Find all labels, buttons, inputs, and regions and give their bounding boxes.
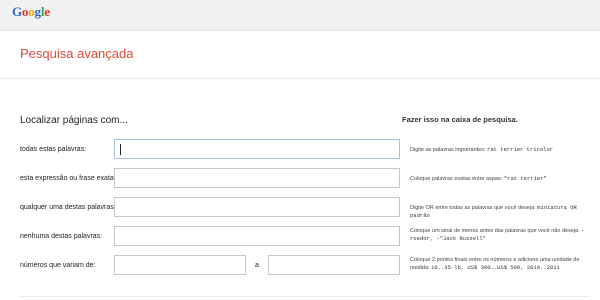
hint-example: 10..35 lb, US$ 300..US$ 500, 2010..2011 xyxy=(431,264,560,271)
all-words-label: todas estas palavras: xyxy=(20,146,87,153)
logo-letter: e xyxy=(44,4,50,19)
exact-phrase-label: esta expressão ou frase exata: xyxy=(20,175,116,182)
number-range-hint: Coloque 2 pontos finais entre os números… xyxy=(410,256,595,272)
hint-text: Coloque um sinal de menos antes das pala… xyxy=(410,228,580,234)
all-words-hint: Digite as palavras importantes: rat terr… xyxy=(410,146,595,154)
any-words-hint: Digite OR entre todas as palavras que vo… xyxy=(410,204,595,220)
section-heading: Localizar páginas com... xyxy=(20,115,128,126)
bottom-divider xyxy=(20,296,590,297)
none-words-input[interactable] xyxy=(114,226,400,246)
exact-phrase-input[interactable] xyxy=(114,168,400,188)
hint-text: Coloque palavras exatas entre aspas: xyxy=(410,176,503,182)
google-logo[interactable]: Google xyxy=(12,4,50,20)
range-separator: a xyxy=(255,262,259,269)
hint-heading: Fazer isso na caixa de pesquisa. xyxy=(402,115,518,124)
hint-example: rat terrier tricolor xyxy=(487,146,554,153)
any-words-label: qualquer uma destas palavras: xyxy=(20,204,116,211)
top-bar: Google xyxy=(0,0,600,31)
number-range-label: números que variam de: xyxy=(20,262,96,269)
page-title: Pesquisa avançada xyxy=(20,46,134,61)
exact-phrase-hint: Coloque palavras exatas entre aspas: "ra… xyxy=(410,175,595,183)
any-words-input[interactable] xyxy=(114,197,400,217)
none-words-label: nenhuma destas palavras: xyxy=(20,233,103,240)
range-to-input[interactable] xyxy=(268,255,400,275)
hint-text: Digite as palavras importantes: xyxy=(410,147,486,153)
none-words-hint: Coloque um sinal de menos antes das pala… xyxy=(410,227,595,243)
all-words-input[interactable] xyxy=(114,139,400,159)
range-from-input[interactable] xyxy=(114,255,246,275)
header-divider xyxy=(0,78,600,79)
hint-text: Digite OR entre todas as palavras que vo… xyxy=(410,205,536,211)
logo-letter: G xyxy=(12,4,22,19)
hint-example: "rat terrier" xyxy=(503,175,547,182)
text-caret xyxy=(120,144,121,155)
